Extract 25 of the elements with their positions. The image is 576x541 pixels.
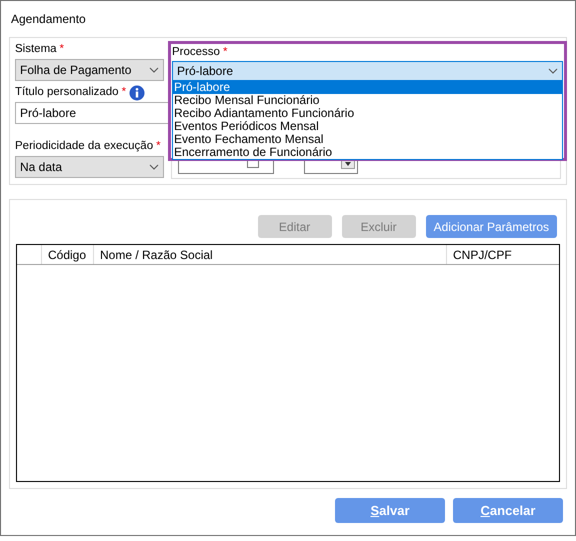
process-select[interactable]: Pró-labore [172, 61, 563, 82]
chevron-down-icon [149, 67, 159, 73]
dropdown-option[interactable]: Eventos Periódicos Mensal [173, 120, 562, 134]
field-label: Sistema [15, 42, 57, 58]
dropdown-option[interactable]: Evento Fechamento Mensal [173, 133, 562, 146]
field-label: Título personalizado [15, 85, 119, 100]
dropdown-option[interactable]: Recibo Mensal Funcionário [173, 94, 562, 108]
window-title: Agendamento [11, 11, 86, 28]
required-mark: * [156, 139, 161, 154]
required-mark: * [60, 42, 64, 58]
frequency-select[interactable]: Na data [15, 156, 164, 178]
column-header[interactable]: Código [42, 245, 94, 264]
chevron-down-icon [149, 164, 159, 170]
column-header[interactable]: CNPJ/CPF [447, 245, 559, 264]
dropdown-option[interactable]: Encerramento de Funcionário [173, 146, 562, 160]
dropdown-option[interactable]: Pró-labore [173, 81, 562, 94]
chevron-down-icon [548, 68, 558, 74]
field-label: Periodicidade da execução [15, 139, 154, 154]
column-header[interactable]: Nome / Razão Social [94, 245, 447, 264]
field-label: Processo [172, 45, 220, 60]
info-icon[interactable] [129, 85, 146, 101]
system-select[interactable]: Folha de Pagamento [15, 59, 164, 81]
required-mark: * [122, 85, 126, 100]
dropdown-option[interactable]: Recibo Adiantamento Funcionário [173, 107, 562, 120]
required-mark: * [222, 45, 228, 60]
